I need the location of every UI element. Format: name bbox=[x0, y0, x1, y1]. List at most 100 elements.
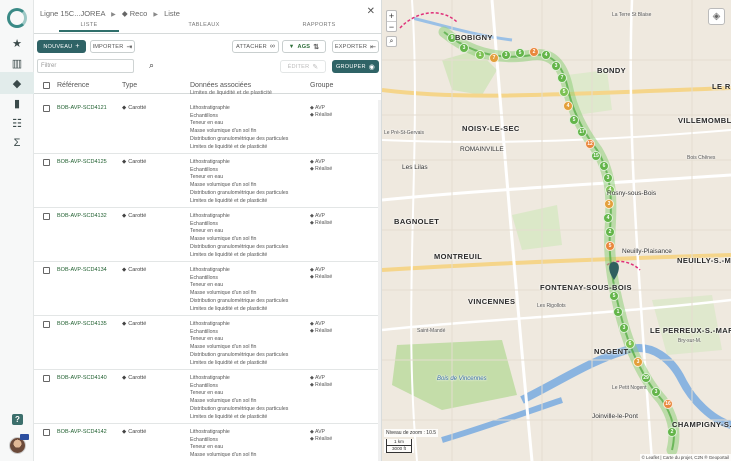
toggle-icon: ◉ bbox=[368, 63, 375, 71]
row-checkbox[interactable] bbox=[43, 375, 50, 382]
map-cluster-marker[interactable]: 3 bbox=[619, 323, 629, 333]
diamond-icon: ◆ bbox=[310, 166, 314, 172]
map-cluster-marker[interactable]: 7 bbox=[557, 73, 567, 83]
row-checkbox[interactable] bbox=[43, 429, 50, 436]
table-row[interactable]: BOB-AVP-SCD4135 ◆ Carotté Lithostratigraphi… bbox=[34, 316, 380, 370]
row-groups: ◆AVP ◆Réalisé bbox=[310, 159, 332, 173]
map-cluster-marker[interactable]: 16 bbox=[663, 399, 673, 409]
map-cluster-marker[interactable]: 3 bbox=[603, 173, 613, 183]
zoom-out-button[interactable]: − bbox=[387, 22, 396, 33]
map-cluster-marker[interactable]: 3 bbox=[551, 61, 561, 71]
map-cluster-marker[interactable]: 5 bbox=[559, 87, 569, 97]
map-icon[interactable]: ▥ bbox=[0, 52, 34, 74]
map-cluster-marker[interactable]: 5 bbox=[605, 241, 615, 251]
group-button[interactable]: GROUPER ◉ bbox=[332, 60, 379, 73]
new-button[interactable]: NOUVEAU + bbox=[37, 40, 86, 53]
row-reference-link[interactable]: BOB-AVP-SCD4134 bbox=[57, 267, 107, 273]
map-cluster-marker[interactable]: 4 bbox=[563, 101, 573, 111]
map-cluster-marker[interactable]: 15 bbox=[591, 151, 601, 161]
row-data-item: Masse volumique d'un sol fin bbox=[190, 128, 257, 135]
row-reference-link[interactable]: BOB-AVP-SCD4140 bbox=[57, 375, 107, 381]
map-cluster-marker[interactable]: 5 bbox=[569, 115, 579, 125]
map-cluster-marker[interactable]: 1 bbox=[613, 307, 623, 317]
header-type[interactable]: Type bbox=[122, 82, 137, 89]
row-checkbox[interactable] bbox=[43, 267, 50, 274]
map-cluster-marker[interactable]: 3 bbox=[604, 199, 614, 209]
row-data-item: Masse volumique d'un sol fin bbox=[190, 344, 257, 351]
row-data-item: Lithostratigraphie bbox=[190, 213, 230, 219]
edit-button[interactable]: ÉDITER ✎ bbox=[280, 60, 326, 73]
row-checkbox[interactable] bbox=[43, 321, 50, 328]
header-group[interactable]: Groupe bbox=[310, 82, 333, 89]
zoom-in-button[interactable]: + bbox=[387, 11, 396, 22]
tab-tableaux[interactable]: TABLEAUX bbox=[164, 22, 244, 28]
map-cluster-marker[interactable]: 3 bbox=[501, 50, 511, 60]
layers-icon[interactable]: ◈ bbox=[708, 8, 725, 25]
tab-liste[interactable]: LISTE bbox=[49, 22, 129, 32]
close-icon[interactable]: ✕ bbox=[367, 6, 375, 17]
map-cluster-marker[interactable]: 29 bbox=[641, 373, 651, 383]
help-icon[interactable]: ? bbox=[12, 414, 23, 425]
import-button[interactable]: IMPORTER ⇥ bbox=[90, 40, 135, 53]
row-checkbox[interactable] bbox=[43, 159, 50, 166]
row-data-item: Teneur en eau bbox=[190, 174, 224, 181]
search-icon[interactable]: ⌕ bbox=[149, 60, 154, 71]
table-row[interactable]: BOB-AVP-SCD4134 ◆ Carotté Lithostratigraphi… bbox=[34, 262, 380, 316]
row-reference-link[interactable]: BOB-AVP-SCD4125 bbox=[57, 159, 107, 165]
list-edit-icon[interactable]: ☷ bbox=[0, 112, 34, 134]
layers-diamond-icon[interactable]: ◆ bbox=[0, 72, 34, 94]
row-group-label: Réalisé bbox=[315, 328, 333, 334]
diamond-icon: ◆ bbox=[310, 112, 314, 118]
map-attribution[interactable]: © Leaflet | Carte du projet, C2N ® Geopo… bbox=[639, 454, 731, 461]
row-data-item: Masse volumique d'un sol fin bbox=[190, 182, 257, 189]
row-reference-link[interactable]: BOB-AVP-SCD4132 bbox=[57, 213, 107, 219]
map-cluster-marker[interactable]: 3 bbox=[633, 357, 643, 367]
map-cluster-marker[interactable]: 3 bbox=[651, 387, 661, 397]
map-cluster-marker[interactable]: 2 bbox=[605, 227, 615, 237]
table-row[interactable]: BOB-AVP-SCD4125 ◆ Carotté Lithostratigraphi… bbox=[34, 154, 380, 208]
row-data-list: Lithostratigraphie Echantillons Teneur en … bbox=[190, 159, 288, 205]
table-row[interactable]: BOB-AVP-SCD4140 ◆ Carotté Lithostratigraphi… bbox=[34, 370, 380, 424]
app-logo-icon[interactable] bbox=[7, 8, 27, 28]
map-cluster-marker[interactable]: 6 bbox=[599, 161, 609, 171]
map-cluster-marker[interactable]: 1 bbox=[475, 50, 485, 60]
tab-rapports[interactable]: RAPPORTS bbox=[279, 22, 359, 28]
row-type-label: Carotté bbox=[128, 159, 147, 165]
map-cluster-marker[interactable]: 2 bbox=[529, 47, 539, 57]
select-all-checkbox[interactable] bbox=[43, 82, 50, 89]
filter-input[interactable]: Filtrer bbox=[37, 59, 134, 73]
bar-chart-icon[interactable]: ▮ bbox=[0, 92, 34, 114]
header-reference[interactable]: Référence bbox=[57, 82, 89, 89]
attach-button[interactable]: ATTACHER ∞ bbox=[232, 40, 279, 53]
row-reference-link[interactable]: BOB-AVP-SCD4121 bbox=[57, 105, 107, 111]
header-data[interactable]: Données associées bbox=[190, 82, 251, 89]
table-row[interactable]: BOB-AVP-SCD4121 ◆ Carotté Lithostratigraphi… bbox=[34, 100, 380, 154]
map-cluster-marker[interactable]: 4 bbox=[603, 213, 613, 223]
list-scrollbar[interactable] bbox=[378, 100, 381, 461]
row-checkbox[interactable] bbox=[43, 213, 50, 220]
map-cluster-marker[interactable]: 4 bbox=[541, 50, 551, 60]
ags-button[interactable]: ▼ AGS ⇅ bbox=[282, 40, 326, 53]
place-label: Bois Chênes bbox=[687, 155, 716, 161]
table-row[interactable]: BOB-AVP-SCD4142 ◆ Carotté Lithostratigraphi… bbox=[34, 424, 380, 461]
map-cluster-marker[interactable]: 5 bbox=[609, 291, 619, 301]
breadcrumb-section[interactable]: Reco bbox=[130, 9, 148, 18]
sum-icon[interactable]: Σ bbox=[0, 132, 34, 154]
breadcrumb-project[interactable]: Ligne 15C...JOREA bbox=[40, 9, 105, 18]
map-cluster-marker[interactable]: 5 bbox=[515, 48, 525, 58]
row-group-label: AVP bbox=[315, 105, 325, 111]
map-cluster-marker[interactable]: 12 bbox=[585, 139, 595, 149]
map-view[interactable]: 9 3 1 7 3 5 2 4 3 7 5 4 5 17 12 15 6 3 4 3 4 2 5 5 1 3 6 3 29 3 16 2 BO… bbox=[382, 0, 731, 461]
row-checkbox[interactable] bbox=[43, 105, 50, 112]
row-reference-link[interactable]: BOB-AVP-SCD4135 bbox=[57, 321, 107, 327]
export-button[interactable]: EXPORTER ⇤ bbox=[332, 40, 379, 53]
map-cluster-marker[interactable]: 3 bbox=[459, 43, 469, 53]
map-search-icon[interactable]: ⌕ bbox=[386, 36, 397, 47]
map-cluster-marker[interactable]: 17 bbox=[577, 127, 587, 137]
row-reference-link[interactable]: BOB-AVP-SCD4142 bbox=[57, 429, 107, 435]
row-group-item: ◆Réalisé bbox=[310, 436, 332, 443]
map-cluster-marker[interactable]: 7 bbox=[489, 53, 499, 63]
table-row[interactable]: BOB-AVP-SCD4132 ◆ Carotté Lithostratigraphi… bbox=[34, 208, 380, 262]
favorites-star-icon[interactable]: ★ bbox=[0, 32, 34, 54]
row-type: ◆ Carotté bbox=[122, 105, 146, 111]
